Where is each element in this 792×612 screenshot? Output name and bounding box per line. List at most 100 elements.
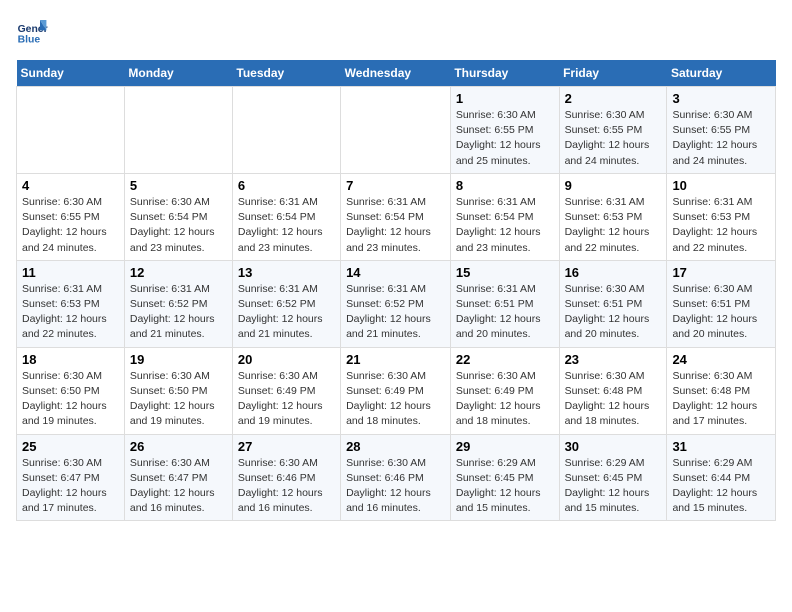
calendar-cell: 27 Sunrise: 6:30 AM Sunset: 6:46 PM Dayli… bbox=[232, 434, 340, 521]
calendar-cell: 29 Sunrise: 6:29 AM Sunset: 6:45 PM Dayli… bbox=[450, 434, 559, 521]
day-detail: Sunrise: 6:30 AM Sunset: 6:50 PM Dayligh… bbox=[130, 369, 227, 430]
weekday-header-sunday: Sunday bbox=[17, 60, 125, 87]
day-detail: Sunrise: 6:30 AM Sunset: 6:48 PM Dayligh… bbox=[672, 369, 770, 430]
day-number: 17 bbox=[672, 265, 770, 280]
logo-icon: General Blue bbox=[16, 16, 48, 48]
day-number: 28 bbox=[346, 439, 445, 454]
calendar-cell: 17 Sunrise: 6:30 AM Sunset: 6:51 PM Dayli… bbox=[667, 260, 776, 347]
day-number: 31 bbox=[672, 439, 770, 454]
day-detail: Sunrise: 6:31 AM Sunset: 6:51 PM Dayligh… bbox=[456, 282, 554, 343]
day-detail: Sunrise: 6:30 AM Sunset: 6:55 PM Dayligh… bbox=[565, 108, 662, 169]
calendar-table: SundayMondayTuesdayWednesdayThursdayFrid… bbox=[16, 60, 776, 521]
calendar-week-4: 18 Sunrise: 6:30 AM Sunset: 6:50 PM Dayli… bbox=[17, 347, 776, 434]
calendar-cell: 14 Sunrise: 6:31 AM Sunset: 6:52 PM Dayli… bbox=[341, 260, 451, 347]
calendar-cell: 6Sunrise: 6:31 AM Sunset: 6:54 PM Daylig… bbox=[232, 173, 340, 260]
day-detail: Sunrise: 6:31 AM Sunset: 6:54 PM Dayligh… bbox=[346, 195, 445, 256]
calendar-week-5: 25 Sunrise: 6:30 AM Sunset: 6:47 PM Dayli… bbox=[17, 434, 776, 521]
day-detail: Sunrise: 6:29 AM Sunset: 6:45 PM Dayligh… bbox=[456, 456, 554, 517]
day-number: 8 bbox=[456, 178, 554, 193]
day-number: 3 bbox=[672, 91, 770, 106]
day-detail: Sunrise: 6:31 AM Sunset: 6:52 PM Dayligh… bbox=[346, 282, 445, 343]
day-detail: Sunrise: 6:30 AM Sunset: 6:49 PM Dayligh… bbox=[456, 369, 554, 430]
day-detail: Sunrise: 6:31 AM Sunset: 6:53 PM Dayligh… bbox=[565, 195, 662, 256]
day-detail: Sunrise: 6:30 AM Sunset: 6:49 PM Dayligh… bbox=[238, 369, 335, 430]
day-number: 23 bbox=[565, 352, 662, 367]
calendar-cell: 10 Sunrise: 6:31 AM Sunset: 6:53 PM Dayli… bbox=[667, 173, 776, 260]
day-number: 20 bbox=[238, 352, 335, 367]
day-number: 5 bbox=[130, 178, 227, 193]
weekday-header-row: SundayMondayTuesdayWednesdayThursdayFrid… bbox=[17, 60, 776, 87]
day-number: 25 bbox=[22, 439, 119, 454]
day-detail: Sunrise: 6:30 AM Sunset: 6:51 PM Dayligh… bbox=[672, 282, 770, 343]
day-number: 30 bbox=[565, 439, 662, 454]
day-number: 24 bbox=[672, 352, 770, 367]
page-header: General Blue bbox=[16, 16, 776, 48]
calendar-cell: 26 Sunrise: 6:30 AM Sunset: 6:47 PM Dayli… bbox=[124, 434, 232, 521]
calendar-cell bbox=[232, 87, 340, 174]
day-detail: Sunrise: 6:30 AM Sunset: 6:55 PM Dayligh… bbox=[22, 195, 119, 256]
weekday-header-monday: Monday bbox=[124, 60, 232, 87]
day-detail: Sunrise: 6:29 AM Sunset: 6:44 PM Dayligh… bbox=[672, 456, 770, 517]
calendar-cell: 1 Sunrise: 6:30 AM Sunset: 6:55 PM Daylig… bbox=[450, 87, 559, 174]
calendar-cell: 21Sunrise: 6:30 AM Sunset: 6:49 PM Dayli… bbox=[341, 347, 451, 434]
weekday-header-tuesday: Tuesday bbox=[232, 60, 340, 87]
day-detail: Sunrise: 6:31 AM Sunset: 6:54 PM Dayligh… bbox=[238, 195, 335, 256]
day-number: 7 bbox=[346, 178, 445, 193]
day-number: 11 bbox=[22, 265, 119, 280]
calendar-cell: 2Sunrise: 6:30 AM Sunset: 6:55 PM Daylig… bbox=[559, 87, 667, 174]
day-number: 14 bbox=[346, 265, 445, 280]
day-detail: Sunrise: 6:30 AM Sunset: 6:47 PM Dayligh… bbox=[130, 456, 227, 517]
calendar-cell: 18Sunrise: 6:30 AM Sunset: 6:50 PM Dayli… bbox=[17, 347, 125, 434]
calendar-cell: 4 Sunrise: 6:30 AM Sunset: 6:55 PM Daylig… bbox=[17, 173, 125, 260]
calendar-cell: 23 Sunrise: 6:30 AM Sunset: 6:48 PM Dayli… bbox=[559, 347, 667, 434]
day-number: 9 bbox=[565, 178, 662, 193]
calendar-cell: 20 Sunrise: 6:30 AM Sunset: 6:49 PM Dayli… bbox=[232, 347, 340, 434]
day-detail: Sunrise: 6:30 AM Sunset: 6:46 PM Dayligh… bbox=[238, 456, 335, 517]
calendar-cell bbox=[17, 87, 125, 174]
calendar-cell: 24 Sunrise: 6:30 AM Sunset: 6:48 PM Dayli… bbox=[667, 347, 776, 434]
day-detail: Sunrise: 6:30 AM Sunset: 6:49 PM Dayligh… bbox=[346, 369, 445, 430]
calendar-week-1: 1 Sunrise: 6:30 AM Sunset: 6:55 PM Daylig… bbox=[17, 87, 776, 174]
calendar-cell bbox=[124, 87, 232, 174]
logo: General Blue bbox=[16, 16, 48, 48]
calendar-cell: 13 Sunrise: 6:31 AM Sunset: 6:52 PM Dayli… bbox=[232, 260, 340, 347]
day-number: 4 bbox=[22, 178, 119, 193]
weekday-header-thursday: Thursday bbox=[450, 60, 559, 87]
calendar-week-2: 4 Sunrise: 6:30 AM Sunset: 6:55 PM Daylig… bbox=[17, 173, 776, 260]
day-detail: Sunrise: 6:30 AM Sunset: 6:54 PM Dayligh… bbox=[130, 195, 227, 256]
weekday-header-saturday: Saturday bbox=[667, 60, 776, 87]
calendar-cell: 11 Sunrise: 6:31 AM Sunset: 6:53 PM Dayli… bbox=[17, 260, 125, 347]
day-detail: Sunrise: 6:30 AM Sunset: 6:47 PM Dayligh… bbox=[22, 456, 119, 517]
day-detail: Sunrise: 6:31 AM Sunset: 6:52 PM Dayligh… bbox=[238, 282, 335, 343]
day-detail: Sunrise: 6:30 AM Sunset: 6:55 PM Dayligh… bbox=[456, 108, 554, 169]
day-number: 15 bbox=[456, 265, 554, 280]
calendar-cell: 12 Sunrise: 6:31 AM Sunset: 6:52 PM Dayli… bbox=[124, 260, 232, 347]
calendar-cell: 22Sunrise: 6:30 AM Sunset: 6:49 PM Dayli… bbox=[450, 347, 559, 434]
day-number: 29 bbox=[456, 439, 554, 454]
day-detail: Sunrise: 6:31 AM Sunset: 6:53 PM Dayligh… bbox=[22, 282, 119, 343]
calendar-cell: 25 Sunrise: 6:30 AM Sunset: 6:47 PM Dayli… bbox=[17, 434, 125, 521]
day-number: 26 bbox=[130, 439, 227, 454]
day-number: 18 bbox=[22, 352, 119, 367]
weekday-header-wednesday: Wednesday bbox=[341, 60, 451, 87]
day-detail: Sunrise: 6:30 AM Sunset: 6:48 PM Dayligh… bbox=[565, 369, 662, 430]
calendar-cell: 28Sunrise: 6:30 AM Sunset: 6:46 PM Dayli… bbox=[341, 434, 451, 521]
day-detail: Sunrise: 6:30 AM Sunset: 6:55 PM Dayligh… bbox=[672, 108, 770, 169]
day-number: 13 bbox=[238, 265, 335, 280]
day-detail: Sunrise: 6:29 AM Sunset: 6:45 PM Dayligh… bbox=[565, 456, 662, 517]
calendar-cell: 9 Sunrise: 6:31 AM Sunset: 6:53 PM Daylig… bbox=[559, 173, 667, 260]
day-detail: Sunrise: 6:31 AM Sunset: 6:52 PM Dayligh… bbox=[130, 282, 227, 343]
day-number: 27 bbox=[238, 439, 335, 454]
day-number: 10 bbox=[672, 178, 770, 193]
calendar-cell: 31 Sunrise: 6:29 AM Sunset: 6:44 PM Dayli… bbox=[667, 434, 776, 521]
day-number: 1 bbox=[456, 91, 554, 106]
day-number: 19 bbox=[130, 352, 227, 367]
day-detail: Sunrise: 6:31 AM Sunset: 6:53 PM Dayligh… bbox=[672, 195, 770, 256]
weekday-header-friday: Friday bbox=[559, 60, 667, 87]
calendar-cell: 19 Sunrise: 6:30 AM Sunset: 6:50 PM Dayli… bbox=[124, 347, 232, 434]
calendar-cell: 15 Sunrise: 6:31 AM Sunset: 6:51 PM Dayli… bbox=[450, 260, 559, 347]
day-number: 12 bbox=[130, 265, 227, 280]
day-detail: Sunrise: 6:30 AM Sunset: 6:51 PM Dayligh… bbox=[565, 282, 662, 343]
svg-text:Blue: Blue bbox=[18, 34, 41, 45]
calendar-week-3: 11 Sunrise: 6:31 AM Sunset: 6:53 PM Dayli… bbox=[17, 260, 776, 347]
